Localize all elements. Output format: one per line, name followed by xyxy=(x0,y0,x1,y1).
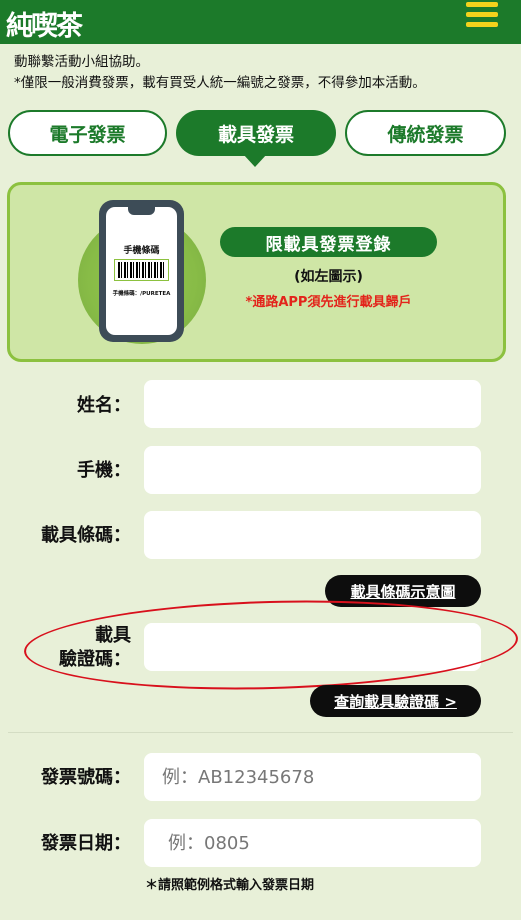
card-warning: *通路APP須先進行載具歸戶 xyxy=(245,295,412,310)
notice-line-2: *僅限一般消費發票，載有買受人統一編號之發票，不得參加本活動。 xyxy=(14,75,426,91)
app-header: 純喫茶 xyxy=(0,0,521,44)
barcode-icon xyxy=(114,259,169,281)
name-input[interactable] xyxy=(144,380,481,428)
phone-notch xyxy=(128,207,155,215)
phone-barcode-caption: 手機條碼：/PURETEA xyxy=(112,291,171,297)
brand-logo[interactable]: 純喫茶 xyxy=(6,4,83,43)
query-verify-code-button[interactable]: 查詢載具驗證碼 > xyxy=(310,685,481,717)
carrier-only-badge: 限載具發票登錄 xyxy=(220,227,437,257)
section-divider xyxy=(8,732,513,733)
card-subtitle: (如左圖示) xyxy=(294,269,363,285)
active-tab-pointer xyxy=(243,154,267,167)
tab-carrier-invoice[interactable]: 載具發票 xyxy=(176,110,336,156)
phone-illustration: 手機條碼 手機條碼：/PURETEA xyxy=(99,200,184,342)
carrier-code-label: 載具條碼： xyxy=(41,525,131,546)
invoice-date-input[interactable] xyxy=(144,819,481,867)
invoice-number-input[interactable] xyxy=(144,753,481,801)
phone-label: 手機： xyxy=(77,460,131,481)
tab-e-invoice[interactable]: 電子發票 xyxy=(8,110,167,156)
notice-line-1: 動聯繫活動小組協助。 xyxy=(14,54,149,70)
hamburger-menu-icon[interactable] xyxy=(466,2,498,28)
phone-screen: 手機條碼 手機條碼：/PURETEA xyxy=(106,207,177,335)
tab-traditional-invoice[interactable]: 傳統發票 xyxy=(345,110,506,156)
name-label: 姓名： xyxy=(77,395,131,416)
invoice-date-label: 發票日期： xyxy=(41,833,131,854)
invoice-number-label: 發票號碼： xyxy=(41,767,131,788)
notice-text: 動聯繫活動小組協助。 *僅限一般消費發票，載有買受人統一編號之發票，不得參加本活… xyxy=(14,52,426,94)
carrier-code-input[interactable] xyxy=(144,511,481,559)
date-format-hint: ＊請照範例格式輸入發票日期 xyxy=(145,878,315,893)
annotation-highlight-ellipse xyxy=(22,594,520,696)
phone-barcode-title: 手機條碼 xyxy=(123,246,160,256)
phone-input[interactable] xyxy=(144,446,481,494)
